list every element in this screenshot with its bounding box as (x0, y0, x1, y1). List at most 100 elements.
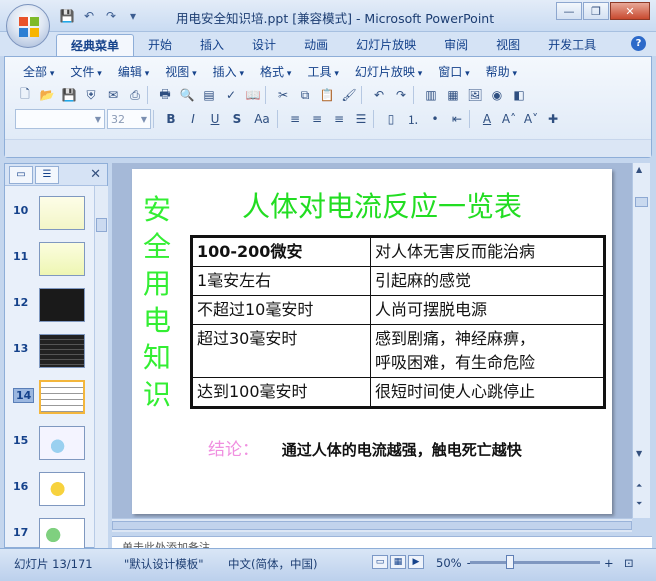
office-button[interactable] (6, 4, 50, 48)
zoom-in-icon[interactable]: + (604, 556, 614, 570)
notes-pane[interactable]: 单击此处添加备注 (112, 536, 652, 548)
align-right-icon[interactable]: ≡ (329, 109, 349, 129)
slide-sorter-icon[interactable]: ▦ (390, 555, 406, 569)
menu-help[interactable]: 帮助 (478, 63, 525, 81)
thumbnail-item[interactable]: 11 (5, 240, 93, 280)
tab-slideshow[interactable]: 幻灯片放映 (342, 34, 430, 56)
redo-icon[interactable]: ↷ (391, 85, 411, 105)
thumbnail-item[interactable]: 15 (5, 424, 93, 464)
shadow-icon[interactable]: S (227, 109, 247, 129)
print-icon[interactable]: 🖶 (155, 85, 175, 105)
numbering-icon[interactable]: ⒈ (403, 109, 423, 129)
bullets-icon[interactable]: • (425, 109, 445, 129)
table-cell[interactable]: 超过30毫安时 (191, 324, 371, 378)
save-icon[interactable]: 💾 (58, 7, 76, 25)
thumbnails-scrollbar[interactable] (94, 186, 108, 548)
undo-icon[interactable]: ↶ (80, 7, 98, 25)
font-size-combo[interactable]: 32 ▼ (107, 109, 151, 129)
theme-name[interactable]: "默认设计模板" (124, 556, 204, 572)
horizontal-scrollbar[interactable] (112, 518, 632, 532)
table-cell[interactable]: 1毫安左右 (191, 266, 371, 296)
thumbnail-item[interactable]: 13 (5, 332, 93, 372)
thumbnail-item[interactable]: 16 (5, 470, 93, 510)
undo-icon[interactable]: ↶ (369, 85, 389, 105)
menu-format[interactable]: 格式 (252, 63, 299, 81)
font-color-icon[interactable]: A (477, 109, 497, 129)
scroll-down-icon[interactable]: ▼ (636, 449, 642, 458)
table-cell[interactable]: 达到100毫安时 (191, 377, 371, 408)
thumbnail-item[interactable]: 10 (5, 194, 93, 234)
close-icon[interactable]: ✕ (90, 167, 101, 182)
underline-icon[interactable]: U (205, 109, 225, 129)
cut-icon[interactable]: ✂ (273, 85, 293, 105)
scrollbar-thumb[interactable] (635, 197, 648, 207)
help-icon[interactable]: ? (631, 36, 646, 51)
preview-icon[interactable]: 🔍 (177, 85, 197, 105)
paste-icon[interactable]: 📋 (317, 85, 337, 105)
menu-view[interactable]: 视图 (157, 63, 204, 81)
new-file-icon[interactable]: 🗋 (15, 85, 35, 105)
menu-all[interactable]: 全部 (15, 63, 62, 81)
menu-window[interactable]: 窗口 (430, 63, 477, 81)
tab-animation[interactable]: 动画 (290, 34, 342, 56)
insert-chart-icon[interactable]: ▥ (421, 85, 441, 105)
zoom-level[interactable]: 50% (436, 556, 462, 570)
tab-review[interactable]: 审阅 (430, 34, 482, 56)
insert-picture-icon[interactable]: 🖼 (465, 85, 485, 105)
vertical-scrollbar[interactable]: ▲ ▼ ⏶ ⏷ (632, 163, 650, 518)
next-slide-icon[interactable]: ⏷ (636, 499, 642, 509)
menu-insert[interactable]: 插入 (205, 63, 252, 81)
more-tools-icon[interactable]: ✚ (543, 109, 563, 129)
open-folder-icon[interactable]: 📂 (37, 85, 57, 105)
menu-file[interactable]: 文件 (62, 63, 109, 81)
align-center-icon[interactable]: ≡ (307, 109, 327, 129)
outline-tab[interactable]: ☰ (35, 165, 59, 184)
normal-view-icon[interactable]: ▭ (372, 555, 388, 569)
insert-table-icon[interactable]: ▦ (443, 85, 463, 105)
table-cell[interactable]: 100-200微安 (191, 236, 371, 267)
spelling-icon[interactable]: ✓ (221, 85, 241, 105)
scrollbar-thumb[interactable] (112, 521, 632, 530)
print-preview-icon[interactable]: ⎙ (125, 85, 145, 105)
menu-edit[interactable]: 编辑 (110, 63, 157, 81)
email-icon[interactable]: ✉ (103, 85, 123, 105)
current-slide[interactable]: 安 全 用 电 知 识 人体对电流反应一览表 100-200微安 对人体无害反而… (132, 169, 612, 514)
thesaurus-icon[interactable]: 📖 (243, 85, 263, 105)
table-cell[interactable]: 引起麻的感觉 (370, 266, 605, 296)
tab-insert[interactable]: 插入 (186, 34, 238, 56)
zoom-slider[interactable] (470, 561, 600, 564)
zoom-icon[interactable]: ◉ (487, 85, 507, 105)
restore-button[interactable]: ❐ (583, 2, 609, 20)
format-painter-icon[interactable]: 🖌 (339, 85, 359, 105)
menu-slideshow[interactable]: 幻灯片放映 (347, 63, 430, 81)
thumbnail-item[interactable]: 14 (5, 378, 93, 418)
copy-icon[interactable]: ⧉ (295, 85, 315, 105)
zoom-slider-thumb[interactable] (506, 555, 514, 569)
permission-icon[interactable]: ⛨ (81, 85, 101, 105)
change-case-icon[interactable]: Aa (249, 109, 275, 129)
customize-qat-icon[interactable]: ▾ (124, 7, 142, 25)
thumbnail-item[interactable]: 17 (5, 516, 93, 548)
color-grayscale-icon[interactable]: ◧ (509, 85, 529, 105)
table-cell[interactable]: 人尚可摆脱电源 (370, 295, 605, 325)
table-cell[interactable]: 很短时间使人心跳停止 (370, 377, 605, 408)
font-name-combo[interactable]: ▼ (15, 109, 105, 129)
table-cell[interactable]: 不超过10毫安时 (191, 295, 371, 325)
decrease-font-icon[interactable]: A˅ (521, 109, 541, 129)
save-icon[interactable]: 💾 (59, 85, 79, 105)
table-cell[interactable]: 感到剧痛，神经麻痹， 呼吸困难，有生命危险 (370, 324, 605, 378)
bold-icon[interactable]: B (161, 109, 181, 129)
tab-home[interactable]: 开始 (134, 34, 186, 56)
close-button[interactable]: ✕ (610, 2, 650, 20)
justify-icon[interactable]: ☰ (351, 109, 371, 129)
previous-slide-icon[interactable]: ⏶ (636, 481, 642, 491)
conclusion-line[interactable]: 结论： 通过人体的电流越强，触电死亡越快 (208, 435, 522, 460)
tab-design[interactable]: 设计 (238, 34, 290, 56)
slideshow-view-icon[interactable]: ▶ (408, 555, 424, 569)
slides-tab[interactable]: ▭ (9, 165, 33, 184)
align-left-icon[interactable]: ≡ (285, 109, 305, 129)
menu-tools[interactable]: 工具 (299, 63, 346, 81)
italic-icon[interactable]: I (183, 109, 203, 129)
fit-window-icon[interactable]: ⊡ (624, 556, 634, 570)
redo-icon[interactable]: ↷ (102, 7, 120, 25)
